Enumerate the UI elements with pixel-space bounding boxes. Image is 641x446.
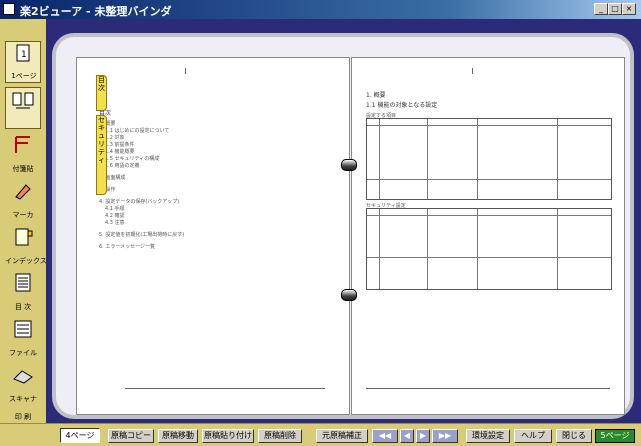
index-tabs: 目次 セキュリティ — [96, 75, 107, 195]
next-page-indicator: 5ページ — [595, 429, 635, 443]
tab-contents[interactable]: 目次 — [96, 75, 107, 111]
index-icon — [15, 228, 33, 246]
toc-line: 1.2 対象 — [105, 135, 125, 141]
close-button[interactable]: 閉じる — [556, 429, 592, 443]
tab-security[interactable]: セキュリティ — [96, 115, 107, 195]
marker-button[interactable]: マーカ — [5, 179, 41, 221]
right-page-heading: 1. 概要 — [366, 92, 386, 99]
toc-line: 5. 設定値を初期化(工場出荷時に戻す) — [99, 232, 185, 238]
index-label: インデックス — [5, 257, 47, 265]
binder-ring — [341, 159, 357, 171]
toc-line: 1.1 はじめにの設定について — [105, 128, 170, 134]
toc-line: 1.4 機能概要 — [105, 149, 135, 155]
toc-line: 4.1 手順 — [105, 206, 125, 212]
index-button[interactable]: インデックス — [5, 225, 47, 267]
title-bar: 楽2ビューア - 未整理バインダ _ □ × — [0, 0, 641, 19]
toc-line: 4. 設定データの保存(バックアップ) — [99, 199, 180, 205]
rotate-button[interactable] — [5, 87, 41, 129]
toc-line: 1.6 用語の定義 — [105, 163, 140, 169]
toc-line: 1.5 セキュリティの構成 — [105, 156, 160, 162]
last-nav-button[interactable]: ▶▶ — [432, 429, 458, 443]
help-button[interactable]: ヘルプ — [514, 429, 552, 443]
close-window-button[interactable]: × — [622, 3, 636, 15]
app-icon — [3, 3, 15, 15]
marker-icon — [15, 184, 31, 200]
marker-label: マーカ — [12, 211, 34, 219]
bottom-toolbar: 4ページ 原稿コピー 原稿移動 原稿貼り付け 原稿削除 元原稿補正 ◀◀ ◀ ▶… — [0, 423, 641, 446]
first-page-label: 1ページ — [11, 72, 37, 80]
contents-label: 目 次 — [14, 303, 32, 311]
contents-button[interactable]: 目 次 — [5, 271, 41, 313]
toc-line: 1.3 前提条件 — [105, 142, 135, 148]
binder-inner: 目次 1. 概要 1.1 はじめにの設定について 1.2 対象 1.3 前提条件… — [56, 37, 630, 415]
scanner-icon — [13, 370, 33, 384]
file-label: ファイル — [9, 349, 37, 357]
viewer-stage: 目次 1. 概要 1.1 はじめにの設定について 1.2 対象 1.3 前提条件… — [46, 19, 641, 423]
print-label: 印 刷 — [14, 413, 32, 421]
sticky-note-icon — [15, 136, 30, 153]
maximize-button[interactable]: □ — [608, 3, 622, 15]
minimize-button[interactable]: _ — [594, 3, 608, 15]
file-icon — [14, 320, 32, 338]
right-page-subheading: 1.1 機能の対象となる設定 — [366, 102, 438, 109]
left-page[interactable]: 目次 1. 概要 1.1 はじめにの設定について 1.2 対象 1.3 前提条件… — [76, 57, 350, 415]
window-title: 楽2ビューア - 未整理バインダ — [20, 5, 172, 18]
toolbar-sidebar: 1 1ページ 付箋貼 マーカ インデックス 目 次 ファイル スキャナ — [0, 19, 47, 423]
toc-line: 4.2 確認 — [105, 213, 125, 219]
toc-line: 6. エラーメッセージ一覧 — [99, 244, 156, 250]
security-table — [366, 208, 612, 290]
file-button[interactable]: ファイル — [5, 317, 41, 359]
restore-page-button[interactable]: 元原稿補正 — [316, 429, 368, 443]
scanner-button[interactable]: スキャナ — [5, 363, 41, 405]
sticky-note-button[interactable]: 付箋貼 — [5, 133, 41, 175]
copy-page-button[interactable]: 原稿コピー — [108, 429, 154, 443]
scanner-label: スキャナ — [9, 395, 37, 403]
settings-button[interactable]: 環境設定 — [466, 429, 510, 443]
next-nav-button[interactable]: ▶ — [416, 429, 430, 443]
binder-ring — [341, 289, 357, 301]
move-page-button[interactable]: 原稿移動 — [158, 429, 198, 443]
sticky-note-label: 付箋貼 — [12, 165, 34, 173]
rotate-icon — [12, 92, 34, 109]
first-page-button[interactable]: 1 1ページ — [5, 41, 41, 83]
contents-icon — [15, 273, 31, 292]
first-nav-button[interactable]: ◀◀ — [372, 429, 398, 443]
page-one-icon: 1 — [16, 44, 30, 62]
delete-page-button[interactable]: 原稿削除 — [258, 429, 302, 443]
binder: 目次 1. 概要 1.1 はじめにの設定について 1.2 対象 1.3 前提条件… — [52, 33, 634, 419]
prev-nav-button[interactable]: ◀ — [400, 429, 414, 443]
svg-text:1: 1 — [21, 50, 27, 60]
print-button[interactable]: 印 刷 — [5, 409, 41, 423]
right-page[interactable]: 1. 概要 1.1 機能の対象となる設定 設定する項目 セキュリティ設定 — [351, 57, 625, 415]
paste-page-button[interactable]: 原稿貼り付け — [202, 429, 254, 443]
toc-line: 4.3 注意 — [105, 220, 125, 226]
settings-table — [366, 118, 612, 200]
page-indicator: 4ページ — [60, 428, 100, 443]
